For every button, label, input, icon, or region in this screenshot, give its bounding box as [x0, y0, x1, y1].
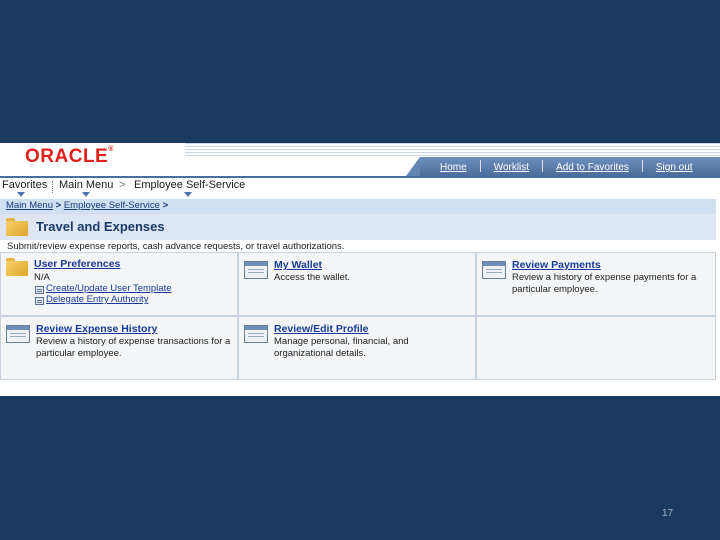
employee-self-service-dropdown-icon[interactable]: [184, 192, 192, 197]
breadcrumb-separator: >: [53, 200, 64, 211]
review-expense-history-link[interactable]: Review Expense History: [36, 323, 157, 335]
breadcrumb-separator: >: [159, 200, 169, 211]
oracle-logo: ORACLE®: [25, 146, 114, 167]
tile-review-payments: Review Payments Review a history of expe…: [476, 252, 716, 316]
slide-page-number: 17: [662, 508, 674, 519]
employee-self-service-menu[interactable]: Employee Self-Service: [134, 179, 245, 191]
menu-divider: [52, 181, 54, 193]
tile-empty: [476, 316, 716, 380]
navigation-grid: User Preferences N/A Create/Update User …: [0, 252, 716, 380]
tile-user-preferences: User Preferences N/A Create/Update User …: [0, 252, 238, 316]
page-title: Travel and Expenses: [36, 219, 165, 234]
main-menu[interactable]: Main Menu: [59, 179, 113, 191]
my-wallet-link[interactable]: My Wallet: [274, 259, 322, 271]
tile-review-edit-profile: Review/Edit Profile Manage personal, fin…: [238, 316, 476, 380]
top-links: Home Worklist Add to Favorites Sign out: [440, 160, 693, 173]
review-payments-link[interactable]: Review Payments: [512, 259, 601, 271]
favorites-dropdown-icon[interactable]: [17, 192, 25, 197]
tile-review-expense-history: Review Expense History Review a history …: [0, 316, 238, 380]
menu-bar: Favorites Main Menu > Employee Self-Serv…: [0, 178, 720, 197]
breadcrumb-main-menu[interactable]: Main Menu: [6, 200, 53, 211]
review-edit-profile-link[interactable]: Review/Edit Profile: [274, 323, 369, 335]
page-icon: [244, 325, 268, 343]
peoplesoft-screenshot: ORACLE® Home Worklist Add to Favorites Sign…: [0, 143, 720, 396]
document-icon: [35, 286, 44, 294]
chevron-right-icon: >: [119, 179, 126, 191]
folder-icon: [6, 258, 28, 276]
divider: [542, 160, 544, 172]
sign-out-link[interactable]: Sign out: [656, 162, 693, 173]
document-icon: [35, 297, 44, 305]
user-preferences-link[interactable]: User Preferences: [34, 258, 120, 270]
header-stripes: [185, 143, 720, 157]
review-payments-desc: Review a history of expense payments for…: [512, 272, 697, 295]
page-icon: [482, 261, 506, 279]
page-icon: [6, 325, 30, 343]
divider: [479, 160, 481, 172]
divider: [641, 160, 643, 172]
portal-header: ORACLE® Home Worklist Add to Favorites Sign…: [0, 143, 720, 176]
my-wallet-desc: Access the wallet.: [274, 272, 351, 283]
delegate-entry-authority-link[interactable]: Delegate Entry Authority: [46, 294, 148, 305]
page-title-bar: Travel and Expenses: [0, 214, 716, 240]
review-expense-history-desc: Review a history of expense transactions…: [36, 336, 231, 359]
worklist-link[interactable]: Worklist: [494, 162, 529, 173]
home-link[interactable]: Home: [440, 162, 467, 173]
folder-icon: [6, 218, 28, 236]
page-icon: [244, 261, 268, 279]
main-menu-dropdown-icon[interactable]: [82, 192, 90, 197]
favorites-menu[interactable]: Favorites: [2, 179, 47, 191]
breadcrumb-employee-self-service[interactable]: Employee Self-Service: [64, 200, 160, 211]
tile-my-wallet: My Wallet Access the wallet.: [238, 252, 476, 316]
breadcrumb: Main Menu > Employee Self-Service >: [0, 199, 716, 214]
create-update-user-template-link[interactable]: Create/Update User Template: [46, 283, 172, 294]
add-to-favorites-link[interactable]: Add to Favorites: [556, 162, 629, 173]
page-description: Submit/review expense reports, cash adva…: [7, 241, 345, 252]
review-edit-profile-desc: Manage personal, financial, and organiza…: [274, 336, 409, 359]
